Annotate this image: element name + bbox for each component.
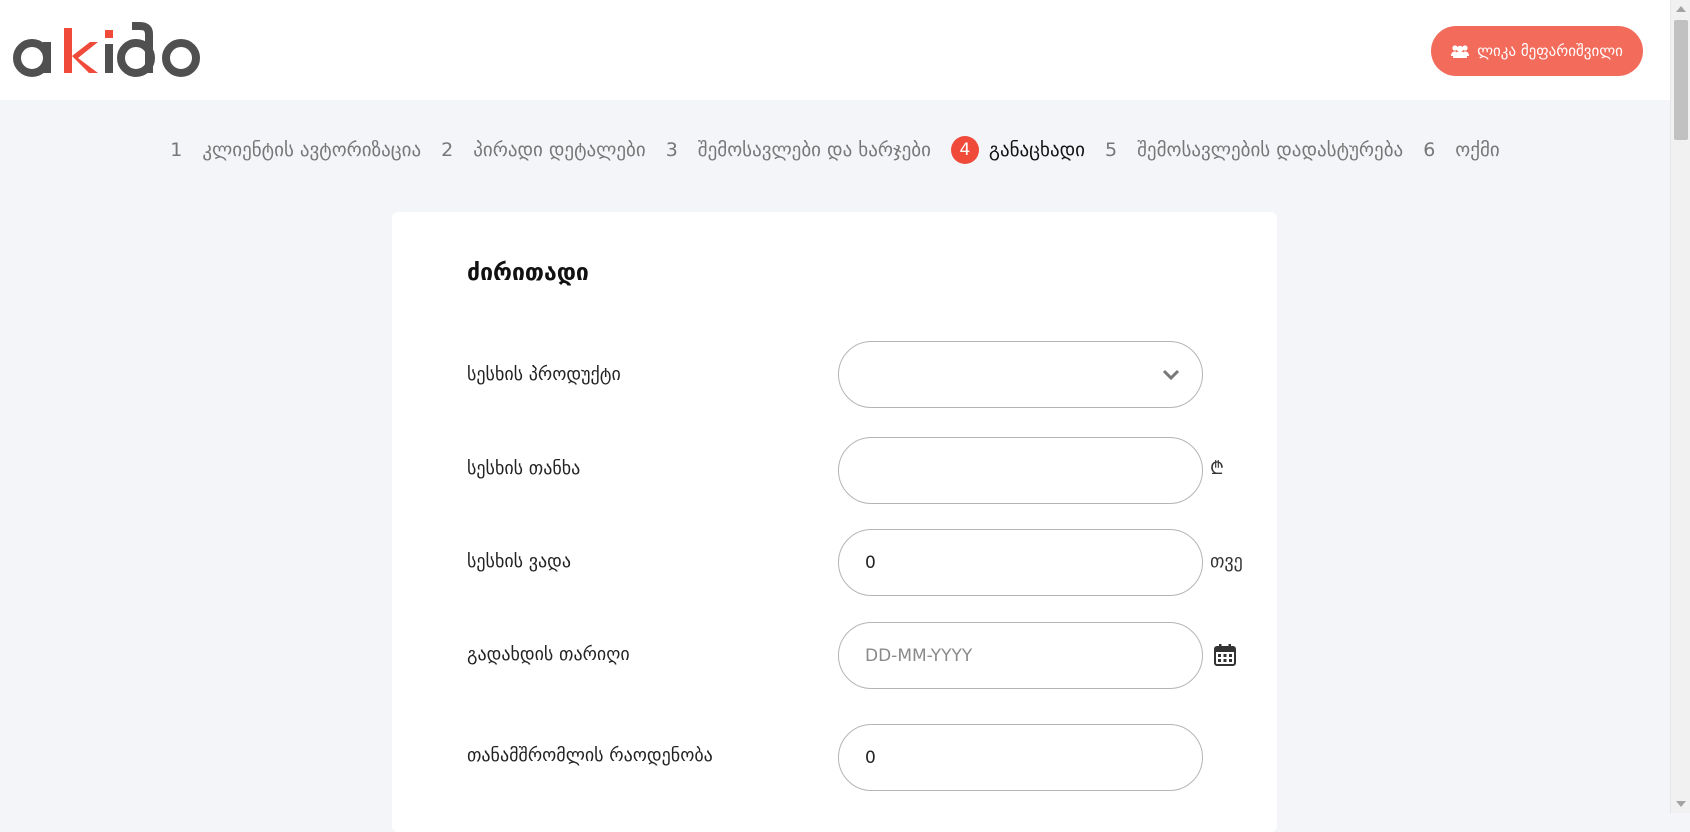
step-number: 1	[170, 139, 183, 161]
scroll-up-arrow[interactable]	[1676, 6, 1686, 12]
step-2[interactable]: 2 პირადი დეტალები	[441, 139, 646, 161]
employee-count-label: თანამშრომლის რაოდენობა	[467, 745, 713, 766]
loan-amount-input[interactable]	[838, 437, 1203, 504]
chevron-down-icon[interactable]	[1162, 369, 1180, 381]
progress-steps: 1 კლიენტის ავტორიზაცია 2 პირადი დეტალები…	[0, 132, 1670, 168]
step-number: 2	[441, 139, 454, 161]
step-6[interactable]: 6 ოქმი	[1423, 139, 1500, 161]
step-3[interactable]: 3 შემოსავლები და ხარჯები	[666, 139, 931, 161]
payment-date-label: გადახდის თარიღი	[467, 644, 630, 665]
payment-date-input[interactable]	[838, 622, 1203, 689]
step-number: 5	[1105, 139, 1118, 161]
step-label: განაცხადი	[988, 139, 1085, 161]
scroll-thumb[interactable]	[1674, 20, 1688, 140]
loan-term-label: სესხის ვადა	[467, 551, 572, 572]
step-number-badge: 4	[950, 136, 979, 164]
currency-lari-symbol: ₾	[1210, 458, 1224, 479]
users-icon	[1451, 44, 1470, 58]
top-header: ლიკა მეფარიშვილი	[0, 0, 1670, 100]
step-number: 3	[665, 139, 678, 161]
user-name: ლიკა მეფარიშვილი	[1477, 42, 1623, 60]
step-label: შემოსავლები და ხარჯები	[697, 139, 931, 161]
step-label: ოქმი	[1455, 139, 1500, 161]
step-label: კლიენტის ავტორიზაცია	[202, 139, 422, 161]
step-5[interactable]: 5 შემოსავლების დადასტურება	[1105, 139, 1403, 161]
application-form-card: ძირითადი სესხის პროდუქტი სესხის თანხა ₾ …	[392, 212, 1277, 832]
step-number: 6	[1423, 139, 1436, 161]
step-label: შემოსავლების დადასტურება	[1137, 139, 1404, 161]
loan-term-unit: თვე	[1210, 551, 1243, 572]
step-label: პირადი დეტალები	[473, 139, 646, 161]
loan-product-select[interactable]	[838, 341, 1203, 408]
calendar-icon[interactable]	[1214, 644, 1236, 666]
page-scrollbar[interactable]	[1670, 0, 1690, 813]
employee-count-input[interactable]	[838, 724, 1203, 791]
loan-product-label: სესხის პროდუქტი	[467, 364, 621, 385]
section-title: ძირითადი	[467, 260, 589, 286]
user-profile-button[interactable]: ლიკა მეფარიშვილი	[1431, 26, 1643, 76]
scroll-down-arrow[interactable]	[1676, 801, 1686, 807]
step-1[interactable]: 1 კლიენტის ავტორიზაცია	[170, 139, 421, 161]
akido-logo[interactable]	[12, 22, 202, 78]
step-4-active[interactable]: 4 განაცხადი	[950, 136, 1085, 164]
loan-amount-label: სესხის თანხა	[467, 458, 581, 479]
loan-term-input[interactable]	[838, 529, 1203, 596]
